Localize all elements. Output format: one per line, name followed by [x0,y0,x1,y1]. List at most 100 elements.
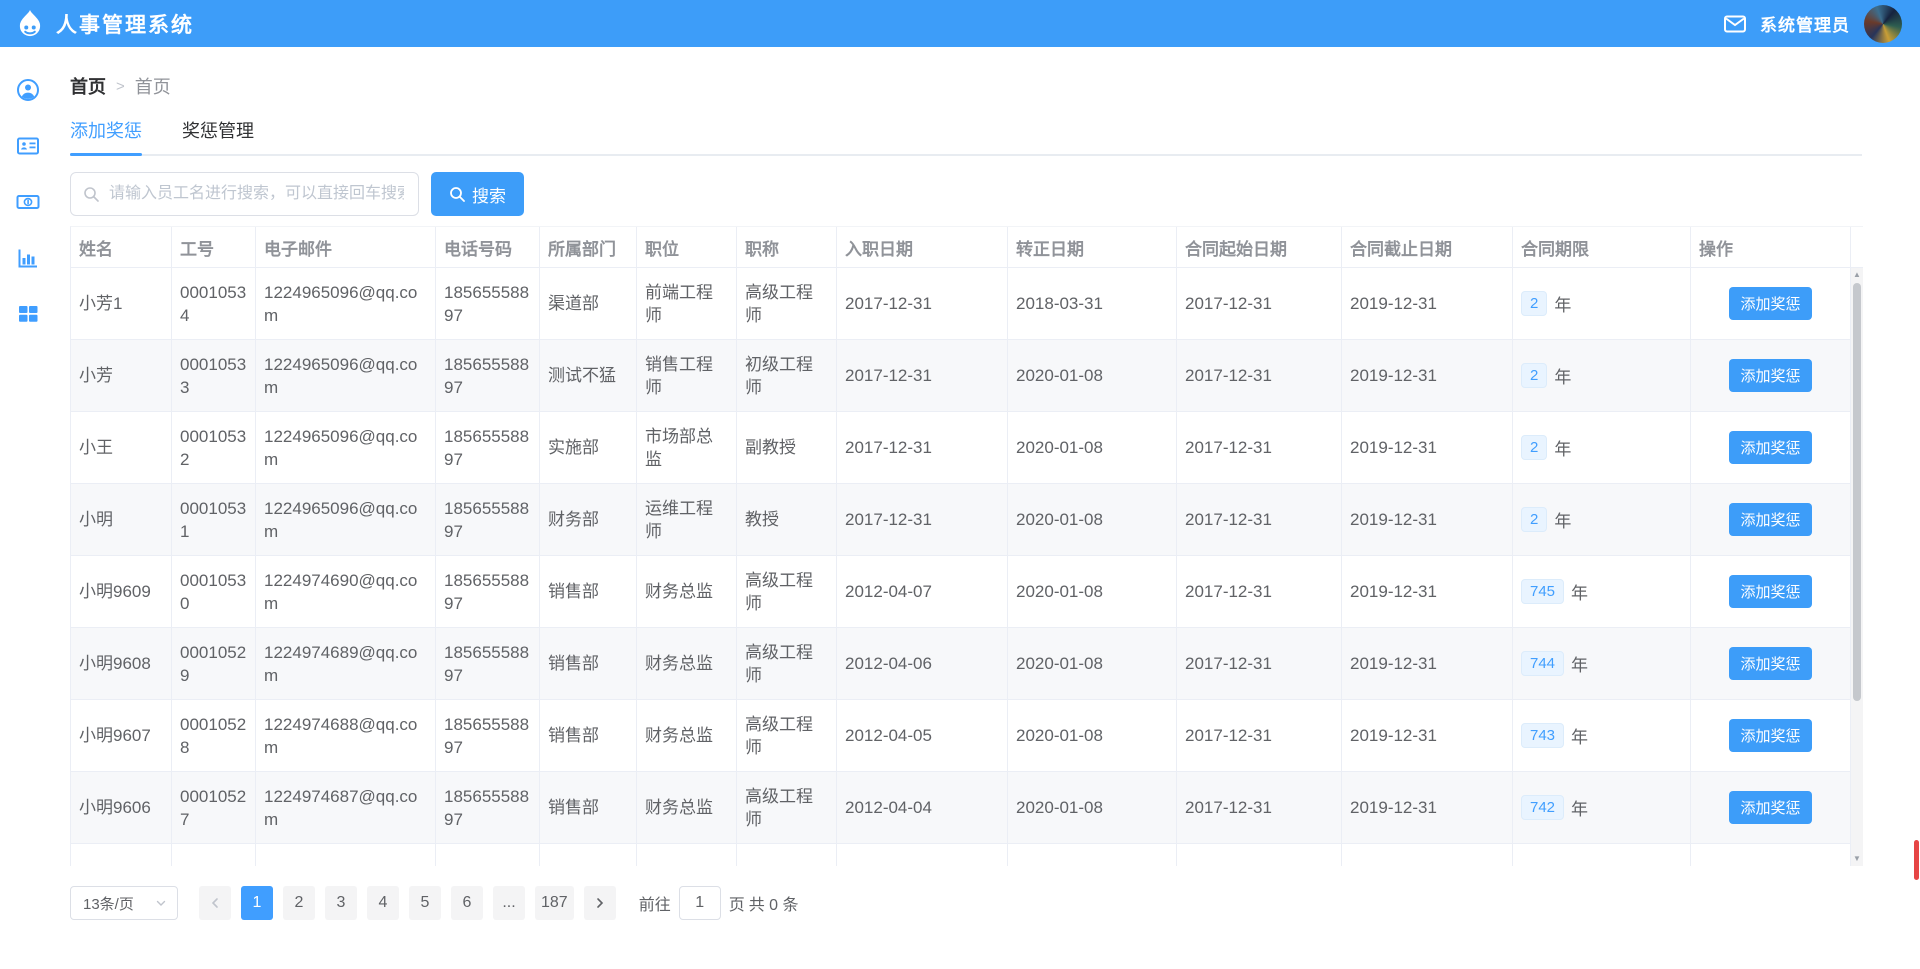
duration-unit: 年 [1571,579,1588,604]
id-card-icon[interactable] [16,134,40,158]
cell-email: 1224974689@qq.com [256,628,436,699]
more-pages-button[interactable]: ... [493,886,525,920]
cell-email: 1224974690@qq.com [256,556,436,627]
tab-manage-reward[interactable]: 奖惩管理 [182,117,254,154]
cell-email: 1224965096@qq.com [256,268,436,339]
cell-action: 添加奖惩 [1691,556,1851,627]
cell-name: 小芳 [71,340,172,411]
table-row: 0001052185655588 [71,844,1851,866]
cell-start: 2017-12-31 [1177,340,1342,411]
user-circle-icon[interactable] [16,78,40,102]
money-icon[interactable] [16,190,40,214]
cell-end: 2019-12-31 [1342,412,1513,483]
column-header: 职称 [737,227,837,267]
scroll-down-icon[interactable]: ▼ [1853,852,1861,866]
cell-duration: 743年 [1513,700,1691,771]
page-size-value: 13条/页 [83,893,134,914]
header-username[interactable]: 系统管理员 [1760,11,1850,36]
cell-phone: 18565558897 [436,772,540,843]
avatar[interactable] [1864,5,1902,43]
duration-badge: 745 [1521,579,1564,604]
table-row: 小王000105321224965096@qq.com18565558897实施… [71,412,1851,484]
cell-dept: 测试不猛 [540,340,637,411]
cell-email: 1224965096@qq.com [256,340,436,411]
scroll-up-icon[interactable]: ▲ [1853,268,1861,282]
table-row: 小明9606000105271224974687@qq.com185655588… [71,772,1851,844]
next-page-button[interactable] [584,886,616,920]
table-row: 小明9607000105281224974688@qq.com185655588… [71,700,1851,772]
cell-title: 高级工程师 [737,628,837,699]
cell-hire: 2017-12-31 [837,340,1008,411]
cell-start: 2017-12-31 [1177,700,1342,771]
page-button[interactable]: 1 [241,886,273,920]
cell-email: 1224965096@qq.com [256,412,436,483]
column-header: 职位 [637,227,737,267]
page-button[interactable]: 187 [535,886,574,920]
cell-position: 财务总监 [637,628,737,699]
cell-title: 高级工程师 [737,772,837,843]
column-header: 姓名 [71,227,172,267]
page-button[interactable]: 2 [283,886,315,920]
page-size-select[interactable]: 13条/页 [70,886,178,920]
add-reward-button[interactable]: 添加奖惩 [1729,287,1811,320]
cell-id: 00010529 [172,628,256,699]
page-button[interactable]: 5 [409,886,441,920]
duration-unit: 年 [1554,507,1571,532]
grid-icon[interactable] [16,302,40,326]
search-input[interactable] [107,184,406,204]
search-button[interactable]: 搜索 [431,172,524,216]
cell-end: 2019-12-31 [1342,628,1513,699]
table-scrollbar[interactable]: ▲ ▼ [1851,268,1863,866]
cell-name [71,844,172,866]
duration-unit: 年 [1571,651,1588,676]
cell-duration: 745 年 [1513,556,1691,627]
cell-duration: 2年 [1513,340,1691,411]
column-header: 转正日期 [1008,227,1177,267]
mail-icon[interactable] [1724,15,1746,33]
duration-unit: 年 [1554,291,1571,316]
cell-start [1177,844,1342,866]
add-reward-button[interactable]: 添加奖惩 [1729,359,1811,392]
cell-regular: 2020-01-08 [1008,484,1177,555]
header-filler [1851,227,1867,267]
add-reward-button[interactable]: 添加奖惩 [1729,503,1811,536]
chevron-down-icon [155,897,167,909]
cell-title: 副教授 [737,412,837,483]
pagination: 13条/页 123456...187 前往 页 共 0 条 [70,886,1862,920]
add-reward-button[interactable]: 添加奖惩 [1729,791,1811,824]
cell-title: 初级工程师 [737,340,837,411]
cell-regular: 2020-01-08 [1008,412,1177,483]
tab-add-reward[interactable]: 添加奖惩 [70,117,142,154]
column-header: 操作 [1691,227,1851,267]
cell-regular: 2020-01-08 [1008,700,1177,771]
breadcrumb-home[interactable]: 首页 [70,73,106,99]
cell-phone: 18565558897 [436,340,540,411]
search-button-icon [449,186,465,202]
cell-action: 添加奖惩 [1691,484,1851,555]
bar-chart-icon[interactable] [16,246,40,270]
app-title: 人事管理系统 [56,9,194,39]
page-scrollbar-thumb[interactable] [1914,840,1919,880]
goto-page-input[interactable] [679,886,721,920]
cell-action: 添加奖惩 [1691,268,1851,339]
cell-title: 高级工程师 [737,700,837,771]
page-button[interactable]: 6 [451,886,483,920]
scrollbar-thumb[interactable] [1853,283,1861,701]
cell-hire: 2012-04-06 [837,628,1008,699]
cell-email: 1224974687@qq.com [256,772,436,843]
cell-hire: 2012-04-04 [837,772,1008,843]
add-reward-button[interactable]: 添加奖惩 [1729,575,1811,608]
add-reward-button[interactable]: 添加奖惩 [1729,431,1811,464]
prev-page-button[interactable] [199,886,231,920]
column-header: 电话号码 [436,227,540,267]
duration-badge: 742 [1521,795,1564,820]
sidebar [0,47,55,969]
page-button[interactable]: 3 [325,886,357,920]
cell-end: 2019-12-31 [1342,484,1513,555]
add-reward-button[interactable]: 添加奖惩 [1729,647,1811,680]
duration-badge: 743 [1521,723,1564,748]
cell-name: 小王 [71,412,172,483]
page-button[interactable]: 4 [367,886,399,920]
add-reward-button[interactable]: 添加奖惩 [1729,719,1811,752]
cell-title: 高级工程师 [737,556,837,627]
